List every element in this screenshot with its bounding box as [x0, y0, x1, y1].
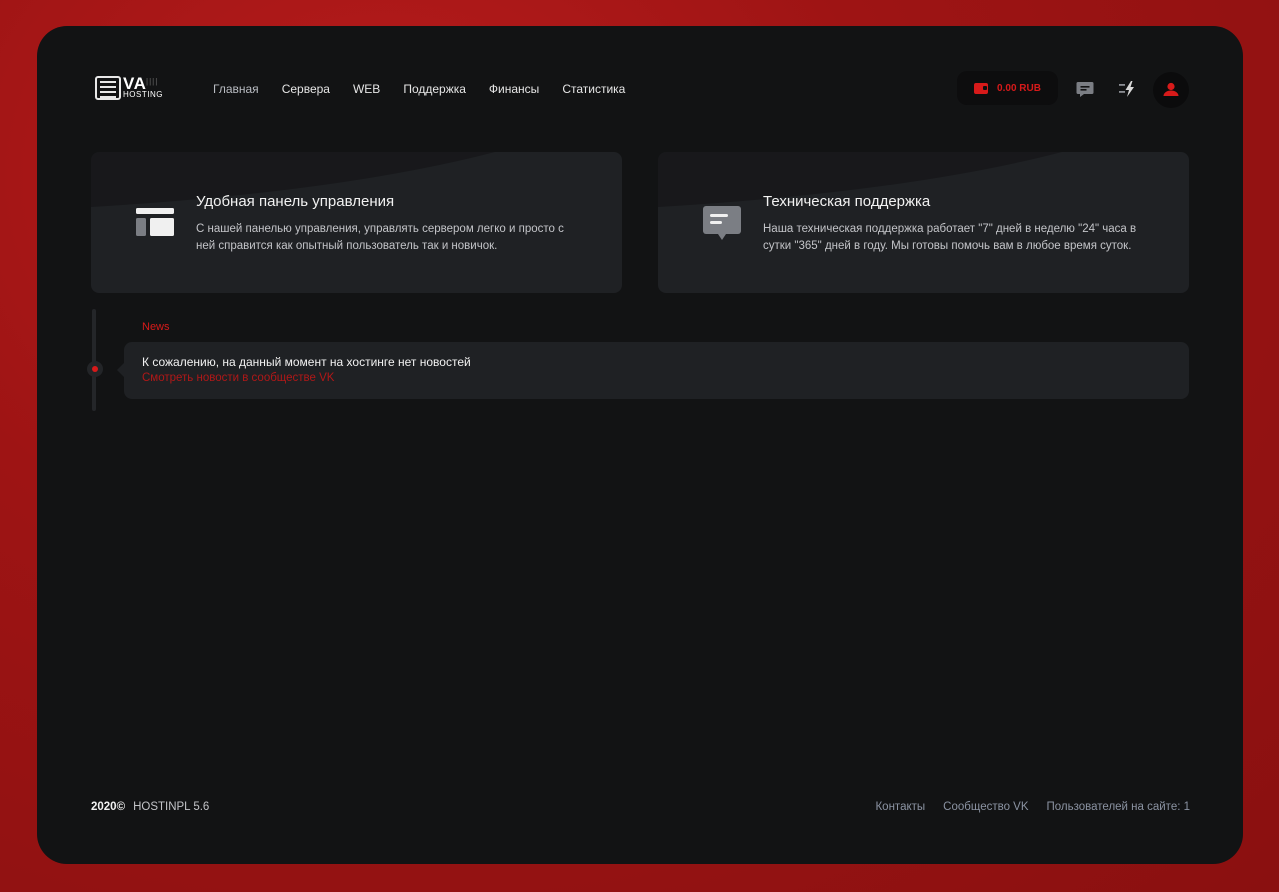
logo[interactable]: VA |||| HOSTING — [95, 74, 169, 104]
nav-support[interactable]: Поддержка — [403, 82, 466, 96]
balance-button[interactable]: 0.00 RUB — [957, 71, 1058, 105]
footer-online-users: Пользователей на сайте: 1 — [1046, 801, 1190, 813]
lightning-icon[interactable] — [1117, 78, 1139, 100]
timeline-line — [92, 309, 96, 411]
logo-bars-decoration: |||| — [146, 77, 159, 86]
support-chat-icon — [703, 206, 741, 240]
main-nav: Главная Сервера WEB Поддержка Финансы Ст… — [213, 82, 625, 96]
feature-card-support: Техническая поддержка Наша техническая п… — [658, 152, 1189, 293]
news-item: К сожалению, на данный момент на хостинг… — [117, 342, 1189, 399]
card-title: Удобная панель управления — [196, 193, 395, 210]
footer-copyright: 2020© HOSTINPL 5.6 — [91, 801, 209, 813]
card-description: Наша техническая поддержка работает "7" … — [763, 223, 1137, 252]
footer-links: Контакты Сообщество VK Пользователей на … — [875, 801, 1190, 813]
user-icon — [1163, 82, 1179, 96]
timeline-dot — [87, 361, 103, 377]
chat-icon[interactable] — [1074, 78, 1096, 100]
feature-card-panel: Удобная панель управления С нашей панель… — [91, 152, 622, 293]
nav-web[interactable]: WEB — [353, 82, 380, 96]
nav-home[interactable]: Главная — [213, 82, 259, 96]
main-panel: VA |||| HOSTING Главная Сервера WEB Подд… — [37, 26, 1243, 864]
nav-statistics[interactable]: Статистика — [562, 82, 625, 96]
footer-link-contacts[interactable]: Контакты — [875, 801, 925, 813]
news-message: К сожалению, на данный момент на хостинг… — [142, 355, 471, 369]
footer-link-vk[interactable]: Сообщество VK — [943, 801, 1028, 813]
news-label: News — [142, 321, 170, 333]
vk-news-link[interactable]: Смотреть новости в сообществе VK — [142, 372, 334, 384]
nav-finance[interactable]: Финансы — [489, 82, 539, 96]
logo-sub-text: HOSTING — [123, 90, 163, 99]
card-description: С нашей панелью управления, управлять се… — [196, 223, 564, 252]
wallet-icon — [974, 82, 989, 94]
user-avatar[interactable] — [1153, 72, 1189, 108]
footer-version: HOSTINPL 5.6 — [133, 801, 210, 813]
dashboard-layout-icon — [136, 208, 174, 236]
card-title: Техническая поддержка — [763, 193, 931, 210]
balance-amount: 0.00 RUB — [997, 82, 1041, 94]
footer-year: 2020© — [91, 801, 126, 813]
nav-servers[interactable]: Сервера — [282, 82, 330, 96]
server-logo-icon — [95, 76, 121, 100]
